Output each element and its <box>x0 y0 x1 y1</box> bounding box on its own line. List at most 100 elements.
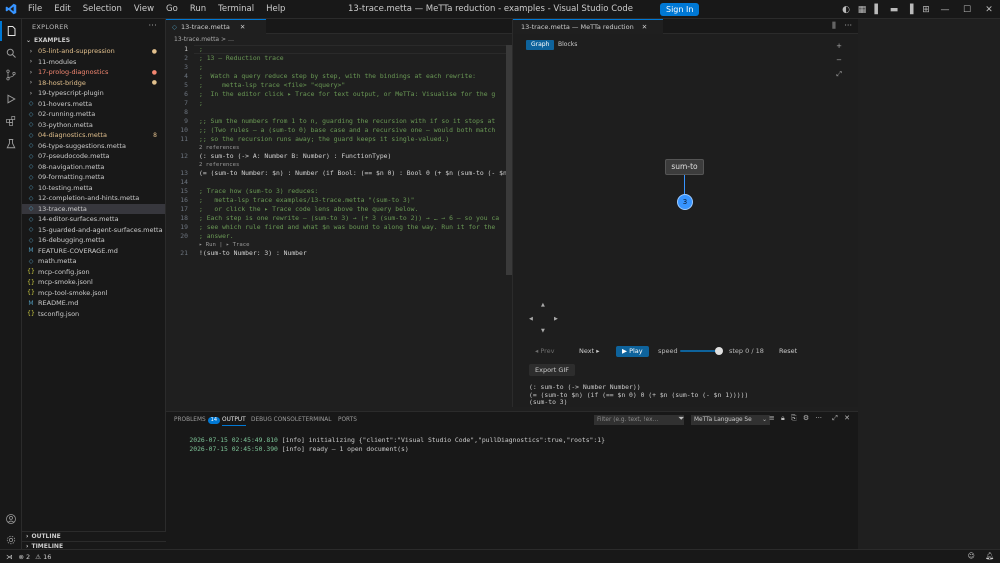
file-item[interactable]: ◇ 09-formatting.metta <box>22 172 165 183</box>
editor-tab-13-trace[interactable]: ◇ 13-trace.metta ✕ <box>166 19 266 34</box>
speed-slider[interactable] <box>680 350 720 352</box>
output-filter-input[interactable]: Filter (e.g. text, !ex… <box>594 415 684 425</box>
output-channel-select[interactable]: MeTTa Language Se ⌄ <box>691 415 770 425</box>
code-editor[interactable]: 1; 2; 13 — Reduction trace 3; 4; Watch a qu… <box>166 45 512 403</box>
tab-ports[interactable]: PORTS <box>338 415 357 426</box>
copilot-status-icon[interactable]: ☺ <box>968 552 975 560</box>
folder-item[interactable]: › 17-prolog-diagnostics ● <box>22 67 165 78</box>
close-icon[interactable]: ✕ <box>642 23 647 31</box>
file-item[interactable]: M README.md <box>22 298 165 309</box>
minimize-icon[interactable]: — <box>934 5 956 15</box>
file-item[interactable]: ◇ 16-debugging.metta <box>22 235 165 246</box>
file-item[interactable]: {} mcp-tool-smoke.jsonl <box>22 288 165 299</box>
file-item[interactable]: ◇ math.metta <box>22 256 165 267</box>
file-item[interactable]: ◇ 06-type-suggestions.metta <box>22 141 165 152</box>
file-item[interactable]: ◇ 04-diagnostics.metta 8 <box>22 130 165 141</box>
zoom-out-icon[interactable]: − <box>836 56 842 64</box>
search-icon[interactable] <box>0 43 22 63</box>
more-actions-icon[interactable]: ··· <box>844 21 852 30</box>
menu-help[interactable]: Help <box>260 0 291 19</box>
close-icon[interactable]: ✕ <box>240 23 245 31</box>
menu-file[interactable]: File <box>22 0 48 19</box>
file-item[interactable]: {} tsconfig.json <box>22 309 165 320</box>
maximize-icon[interactable]: ☐ <box>956 5 978 15</box>
menu-view[interactable]: View <box>128 0 160 19</box>
settings-gear-icon[interactable] <box>0 530 22 550</box>
explorer-icon[interactable] <box>0 21 22 41</box>
more-actions-icon[interactable]: ··· <box>815 414 822 422</box>
speed-slider-handle[interactable] <box>715 347 723 355</box>
folder-item[interactable]: › 19-typescript-plugin <box>22 88 165 99</box>
customize-layout-icon[interactable]: ⊞ <box>918 5 934 15</box>
sign-in-button[interactable]: Sign In <box>660 3 700 16</box>
source-control-icon[interactable] <box>0 65 22 85</box>
menu-go[interactable]: Go <box>160 0 184 19</box>
clear-output-icon[interactable]: ≡ <box>769 414 775 422</box>
pan-down-icon[interactable]: ▼ <box>541 328 545 334</box>
breadcrumb[interactable]: 13-trace.metta > … <box>166 34 512 45</box>
file-item[interactable]: ◇ 14-editor-surfaces.metta <box>22 214 165 225</box>
toggle-primary-sidebar-icon[interactable]: ▌ <box>870 5 886 15</box>
menu-selection[interactable]: Selection <box>77 0 128 19</box>
tab-problems[interactable]: PROBLEMS 14 <box>174 415 221 426</box>
zoom-in-icon[interactable]: + <box>836 42 842 50</box>
file-item[interactable]: ◇ 13-trace.metta <box>22 203 165 214</box>
layout-controls-icon[interactable]: ▦ <box>854 5 870 15</box>
folder-item[interactable]: › 11-modules <box>22 57 165 68</box>
reset-button[interactable]: Reset <box>779 346 797 357</box>
file-item[interactable]: ◇ 08-navigation.metta <box>22 162 165 173</box>
close-window-icon[interactable]: ✕ <box>978 5 1000 15</box>
split-editor-icon[interactable]: ⫼ <box>832 21 836 30</box>
workspace-section[interactable]: ⌄ EXAMPLES <box>22 35 165 46</box>
testing-icon[interactable] <box>0 134 22 154</box>
pan-right-icon[interactable]: ▶ <box>554 316 558 322</box>
file-item[interactable]: {} mcp-smoke.jsonl <box>22 277 165 288</box>
next-button[interactable]: Next ▸ <box>579 346 599 357</box>
run-debug-icon[interactable] <box>0 89 22 109</box>
graph-node-value[interactable]: 3 <box>677 194 693 210</box>
maximize-panel-icon[interactable]: ⤢ <box>832 414 838 422</box>
file-item[interactable]: ◇ 07-pseudocode.metta <box>22 151 165 162</box>
tab-terminal[interactable]: TERMINAL <box>302 415 331 426</box>
file-item[interactable]: {} mcp-config.json <box>22 267 165 278</box>
prev-button[interactable]: ◂ Prev <box>535 346 555 357</box>
menu-terminal[interactable]: Terminal <box>212 0 260 19</box>
file-item[interactable]: ◇ 01-hovers.metta <box>22 99 165 110</box>
graph-node-label[interactable]: sum-to <box>665 159 704 175</box>
open-log-icon[interactable]: ⎘ <box>791 414 797 422</box>
trace-tab[interactable]: 13-trace.metta — MeTTa reduction ✕ <box>513 19 663 34</box>
close-panel-icon[interactable]: ✕ <box>844 414 850 422</box>
file-item[interactable]: M FEATURE-COVERAGE.md <box>22 246 165 257</box>
file-item[interactable]: ◇ 15-guarded-and-agent-surfaces.metta <box>22 225 165 236</box>
more-actions-icon[interactable]: ··· <box>148 21 157 30</box>
file-item[interactable]: ◇ 03-python.metta <box>22 120 165 131</box>
play-button[interactable]: ▶ Play <box>616 346 649 357</box>
export-gif-button[interactable]: Export GIF <box>529 364 576 376</box>
menu-edit[interactable]: Edit <box>48 0 76 19</box>
notifications-bell-icon[interactable]: 🔔︎ <box>985 552 994 560</box>
copilot-icon[interactable]: ◐ <box>838 5 854 15</box>
file-item[interactable]: ◇ 02-running.metta <box>22 109 165 120</box>
account-icon[interactable] <box>0 509 22 529</box>
remote-icon[interactable]: ⋊ <box>6 553 13 561</box>
toggle-panel-icon[interactable]: ▬ <box>886 5 902 15</box>
folder-item[interactable]: › 18-host-bridge ● <box>22 78 165 89</box>
blocks-view-button[interactable]: Blocks <box>553 40 582 50</box>
fit-view-icon[interactable]: ⤢ <box>836 70 842 79</box>
toggle-secondary-sidebar-icon[interactable]: ▐ <box>902 5 918 15</box>
tab-debug-console[interactable]: DEBUG CONSOLE <box>251 415 302 426</box>
pan-up-icon[interactable]: ▲ <box>541 302 545 308</box>
folder-item[interactable]: › 05-lint-and-suppression ● <box>22 46 165 57</box>
filter-icon[interactable]: ⏷ <box>678 414 684 424</box>
tab-output[interactable]: OUTPUT <box>222 415 246 426</box>
menu-run[interactable]: Run <box>184 0 212 19</box>
settings-gear-icon[interactable]: ⚙ <box>803 414 809 422</box>
extensions-icon[interactable] <box>0 111 22 131</box>
graph-view-button[interactable]: Graph <box>526 40 555 50</box>
file-item[interactable]: ◇ 12-completion-and-hints.metta <box>22 193 165 204</box>
file-item[interactable]: ◇ 10-testing.metta <box>22 183 165 194</box>
outline-section[interactable]: › OUTLINE <box>22 531 166 541</box>
problems-status[interactable]: ⊗ 2 ⚠ 16 <box>19 553 52 561</box>
pan-left-icon[interactable]: ◀ <box>529 316 533 322</box>
lock-scroll-icon[interactable]: 🔒︎ <box>781 414 785 422</box>
